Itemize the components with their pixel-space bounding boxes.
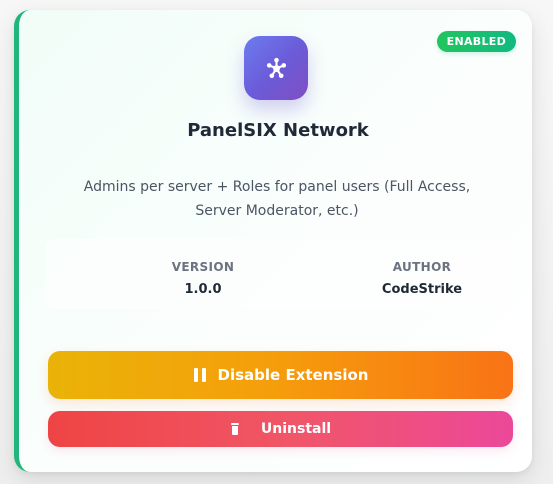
author-value: CodeStrike (381, 282, 463, 297)
uninstall-label: Uninstall (260, 421, 332, 437)
network-hub-icon-graphic (266, 57, 286, 78)
author-meta: AUTHOR CodeStrike (342, 260, 502, 298)
disable-extension-button[interactable]: Disable Extension (48, 351, 513, 399)
uninstall-button[interactable]: Uninstall (48, 411, 513, 447)
version-meta: VERSION 1.0.0 (123, 260, 283, 298)
network-hub-icon (244, 36, 308, 100)
author-label: AUTHOR (392, 260, 452, 274)
status-badge: ENABLED (436, 31, 516, 52)
pause-icon (193, 368, 207, 382)
pause-icon-shape (193, 368, 207, 382)
version-label: VERSION (171, 260, 235, 274)
disable-extension-label: Disable Extension (217, 366, 369, 384)
extension-meta-panel: VERSION 1.0.0 AUTHOR CodeStrike (45, 239, 511, 309)
version-value: 1.0.0 (184, 282, 222, 297)
extension-description: Admins per server + Roles for panel user… (83, 179, 471, 219)
extension-title: PanelSIX Network (187, 120, 369, 141)
trash-icon (230, 423, 250, 435)
trash-icon-shape (230, 423, 240, 435)
extension-card: ENABLED PanelSIX Network Admins per serv… (14, 10, 532, 472)
